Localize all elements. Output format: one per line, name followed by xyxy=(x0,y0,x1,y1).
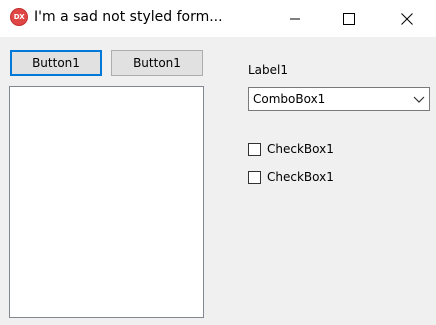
app-icon-text: DX xyxy=(13,13,25,21)
checkbox-row-2[interactable]: CheckBox1 xyxy=(248,168,334,186)
window-title: I'm a sad not styled form... xyxy=(34,9,223,25)
checkbox-label-2: CheckBox1 xyxy=(267,170,334,184)
close-icon xyxy=(401,12,413,25)
checkbox-1[interactable] xyxy=(248,142,261,156)
title-bar[interactable]: DX I'm a sad not styled form... xyxy=(0,0,436,37)
button2[interactable]: Button1 xyxy=(111,50,203,76)
combobox-value: ComboBox1 xyxy=(253,92,326,106)
combobox[interactable]: ComboBox1 xyxy=(248,87,430,111)
app-logo-icon: DX xyxy=(10,8,28,26)
button1[interactable]: Button1 xyxy=(10,50,102,76)
close-button[interactable] xyxy=(384,0,430,37)
list-box[interactable] xyxy=(9,86,204,318)
maximize-icon xyxy=(343,12,355,25)
label1: Label1 xyxy=(248,63,289,77)
maximize-button[interactable] xyxy=(326,0,372,37)
chevron-down-icon[interactable] xyxy=(413,95,425,105)
checkbox-label-1: CheckBox1 xyxy=(267,142,334,156)
checkbox-2[interactable] xyxy=(248,170,261,184)
minimize-button[interactable] xyxy=(272,0,318,37)
minimize-icon xyxy=(290,18,300,19)
checkbox-row-1[interactable]: CheckBox1 xyxy=(248,140,334,158)
